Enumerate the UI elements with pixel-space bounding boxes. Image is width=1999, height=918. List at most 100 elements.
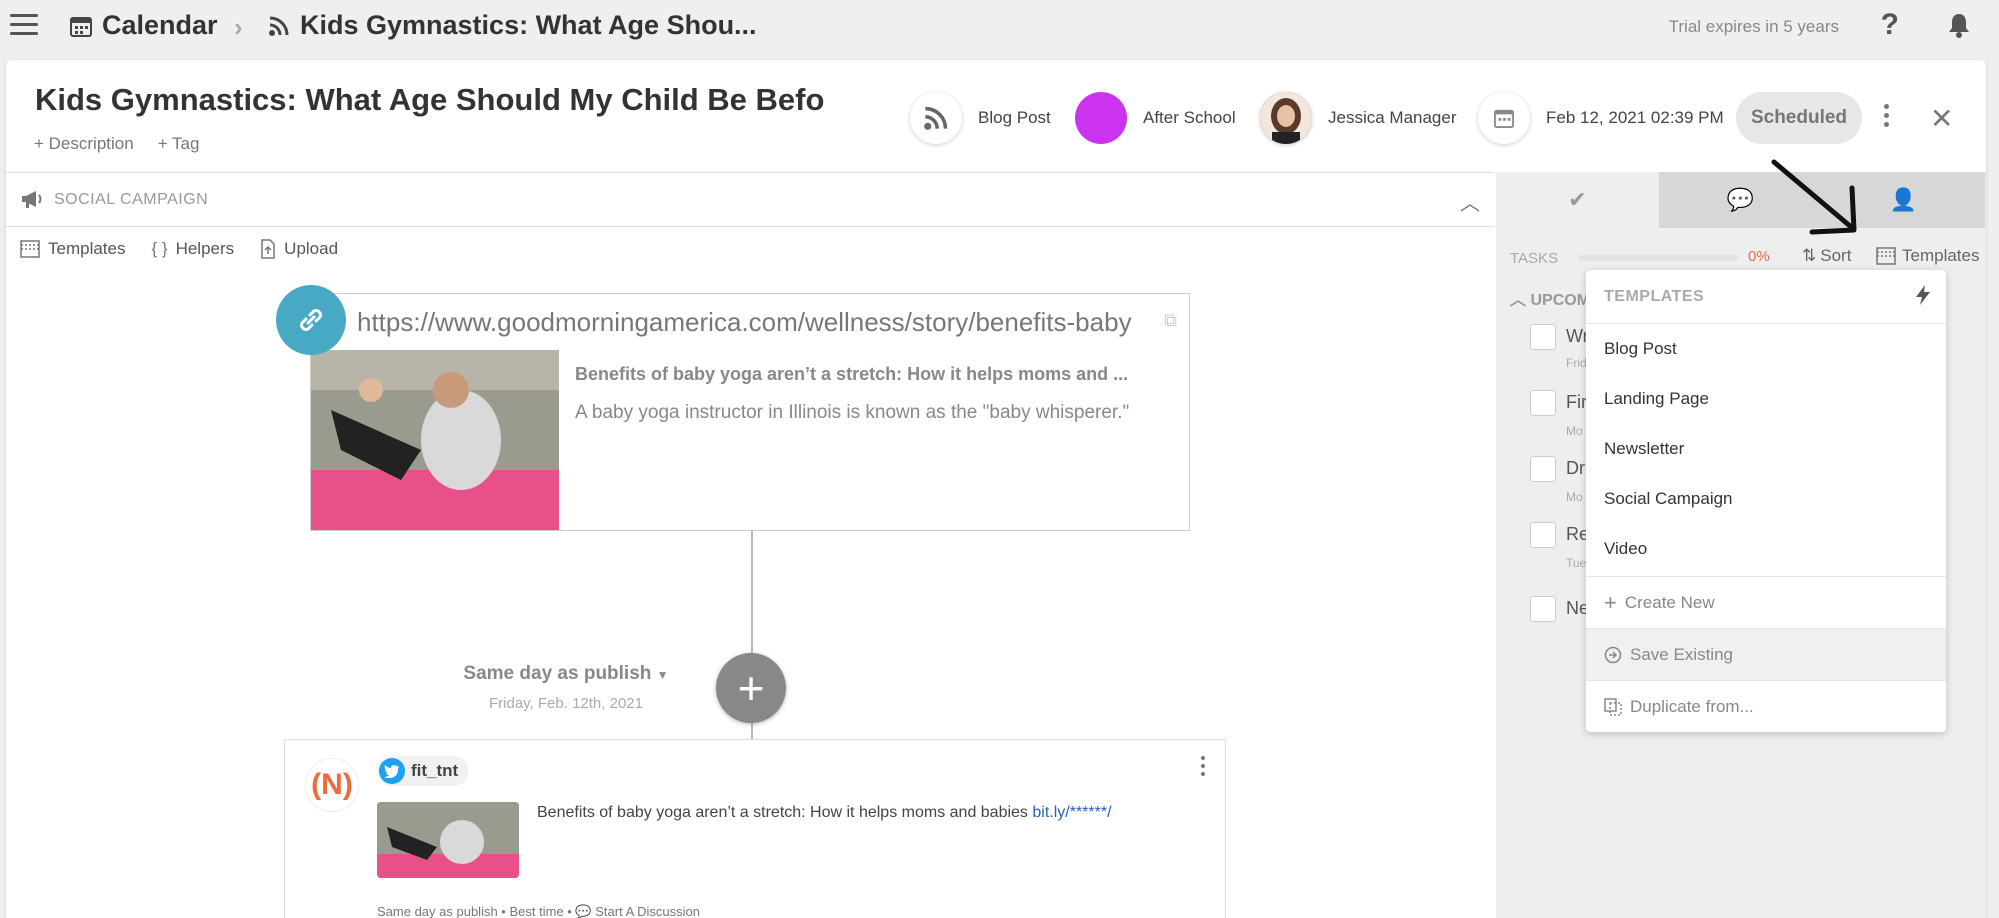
account-chip[interactable]: fit_tnt: [377, 756, 469, 786]
social-campaign-header[interactable]: SOCIAL CAMPAIGN ︿: [6, 173, 1494, 227]
account-handle: fit_tnt: [411, 761, 459, 780]
tasks-label: TASKS: [1510, 249, 1559, 267]
upload-button-label: Upload: [284, 239, 339, 258]
twitter-icon: [379, 758, 405, 784]
task-templates-button[interactable]: Templates: [1876, 246, 1979, 266]
preview-image: [311, 350, 559, 530]
owner-label: Jessica Manager: [1328, 108, 1457, 127]
breadcrumb-calendar-label: Calendar: [102, 10, 218, 40]
dropdown-header: TEMPLATES: [1586, 270, 1946, 324]
content-type-label: Blog Post: [978, 108, 1051, 127]
link-icon: [276, 285, 346, 355]
task-label[interactable]: Fir: [1566, 392, 1587, 413]
annotation-arrow-icon: [1771, 159, 1857, 235]
breadcrumb-calendar[interactable]: Calendar: [70, 10, 218, 41]
social-post-card[interactable]: (N) fit_tnt Benefits of baby yoga aren’t…: [284, 739, 1226, 918]
url-row: https://www.goodmorningamerica.com/welln…: [311, 294, 1189, 350]
add-post-button[interactable]: +: [716, 653, 786, 723]
template-option[interactable]: Video: [1586, 524, 1946, 574]
helpers-button[interactable]: { } Helpers: [151, 239, 234, 259]
templates-icon: [1876, 247, 1896, 265]
templates-icon: [20, 240, 40, 258]
template-option[interactable]: Landing Page: [1586, 374, 1946, 424]
plus-icon: +: [737, 662, 765, 714]
task-templates-label: Templates: [1902, 246, 1980, 265]
templates-button[interactable]: Templates: [20, 239, 125, 259]
add-tag-link[interactable]: + Tag: [158, 134, 200, 154]
date-label: Feb 12, 2021 02:39 PM: [1546, 108, 1724, 127]
chevron-up-icon: ︿: [1510, 292, 1527, 309]
save-existing-template-button[interactable]: Save Existing: [1586, 628, 1946, 680]
task-date: Tue: [1566, 556, 1587, 570]
task-date: Frid: [1566, 356, 1587, 370]
caret-down-icon: ▼: [656, 668, 669, 682]
tab-tasks[interactable]: ✔: [1496, 172, 1659, 228]
upcoming-header[interactable]: ︿ UPCOM: [1510, 286, 1590, 310]
owner-selector[interactable]: Jessica Manager: [1260, 92, 1457, 144]
calendar-icon: [1478, 92, 1530, 144]
task-checkbox[interactable]: [1530, 390, 1556, 416]
checkmark-icon: ✔: [1568, 187, 1587, 212]
upload-icon: [261, 239, 275, 259]
help-icon[interactable]: ?: [1881, 8, 1899, 42]
more-options-icon[interactable]: [1201, 756, 1205, 780]
link-preview-card[interactable]: https://www.goodmorningamerica.com/welln…: [310, 293, 1190, 531]
start-discussion-link[interactable]: Start A Discussion: [595, 904, 700, 918]
breadcrumb-post-label: Kids Gymnastics: What Age Shou...: [300, 10, 757, 40]
breadcrumb-chevron-icon: ›: [234, 12, 243, 42]
task-checkbox[interactable]: [1530, 522, 1556, 548]
template-option[interactable]: Blog Post: [1586, 324, 1946, 374]
page-title[interactable]: Kids Gymnastics: What Age Should My Chil…: [35, 82, 865, 118]
lightning-icon[interactable]: [1914, 284, 1932, 311]
bell-icon[interactable]: [1947, 12, 1971, 43]
duplicate-from-button[interactable]: Duplicate from...: [1586, 680, 1946, 732]
calendar-icon: [70, 16, 92, 37]
social-toolbar: Templates { } Helpers Upload: [20, 239, 338, 259]
post-link[interactable]: bit.ly/******/: [1032, 804, 1111, 821]
dropdown-title: TEMPLATES: [1604, 287, 1705, 305]
post-footer: Same day as publish • Best time • 💬 Star…: [377, 904, 700, 918]
menu-icon[interactable]: [10, 14, 38, 36]
campaign-label: After School: [1143, 108, 1236, 127]
add-description-link[interactable]: + Description: [34, 134, 134, 154]
breadcrumb-post[interactable]: Kids Gymnastics: What Age Shou...: [268, 10, 757, 41]
task-date: Mo: [1566, 424, 1583, 438]
campaign-selector[interactable]: After School: [1075, 92, 1236, 144]
templates-button-label: Templates: [48, 239, 126, 258]
create-new-label: Create New: [1624, 592, 1715, 612]
date-selector[interactable]: Feb 12, 2021 02:39 PM: [1478, 92, 1724, 144]
chevron-up-icon[interactable]: ︿: [1460, 187, 1480, 216]
schedule-selector[interactable]: Same day as publish ▼ Friday, Feb. 12th,…: [446, 663, 686, 712]
create-new-template-button[interactable]: + Create New: [1586, 576, 1946, 628]
preview-url[interactable]: https://www.goodmorningamerica.com/welln…: [357, 307, 1147, 338]
close-icon[interactable]: ✕: [1930, 102, 1953, 135]
save-existing-label: Save Existing: [1630, 644, 1733, 664]
avatar: (N): [305, 758, 359, 812]
user-icon: 👤: [1889, 187, 1918, 212]
task-label[interactable]: Dr: [1566, 458, 1585, 479]
tasks-progress-text: 0%: [1748, 248, 1770, 265]
template-option[interactable]: Newsletter: [1586, 424, 1946, 474]
template-option[interactable]: Social Campaign: [1586, 474, 1946, 524]
section-title: SOCIAL CAMPAIGN: [54, 190, 209, 208]
rss-icon: [269, 16, 289, 36]
content-type-selector[interactable]: Blog Post: [910, 92, 1051, 144]
more-options-icon[interactable]: [1884, 104, 1890, 131]
status-badge[interactable]: Scheduled: [1736, 92, 1862, 144]
post-body: Benefits of baby yoga aren’t a stretch: …: [537, 804, 1033, 821]
task-checkbox[interactable]: [1530, 456, 1556, 482]
schedule-date: Friday, Feb. 12th, 2021: [489, 695, 643, 712]
task-checkbox[interactable]: [1530, 596, 1556, 622]
task-date: Mo: [1566, 490, 1583, 504]
external-link-icon[interactable]: ⧉: [1164, 310, 1177, 331]
post-text[interactable]: Benefits of baby yoga aren’t a stretch: …: [537, 804, 1112, 822]
megaphone-icon: [20, 189, 44, 214]
upload-button[interactable]: Upload: [260, 239, 338, 259]
post-image[interactable]: [377, 802, 519, 878]
rss-icon: [910, 92, 962, 144]
sort-button[interactable]: ⇅ Sort: [1802, 246, 1851, 266]
campaign-color-dot: [1075, 92, 1127, 144]
schedule-label: Same day as publish: [463, 663, 652, 684]
templates-dropdown: TEMPLATES Blog Post Landing Page Newslet…: [1586, 270, 1946, 732]
task-checkbox[interactable]: [1530, 324, 1556, 350]
